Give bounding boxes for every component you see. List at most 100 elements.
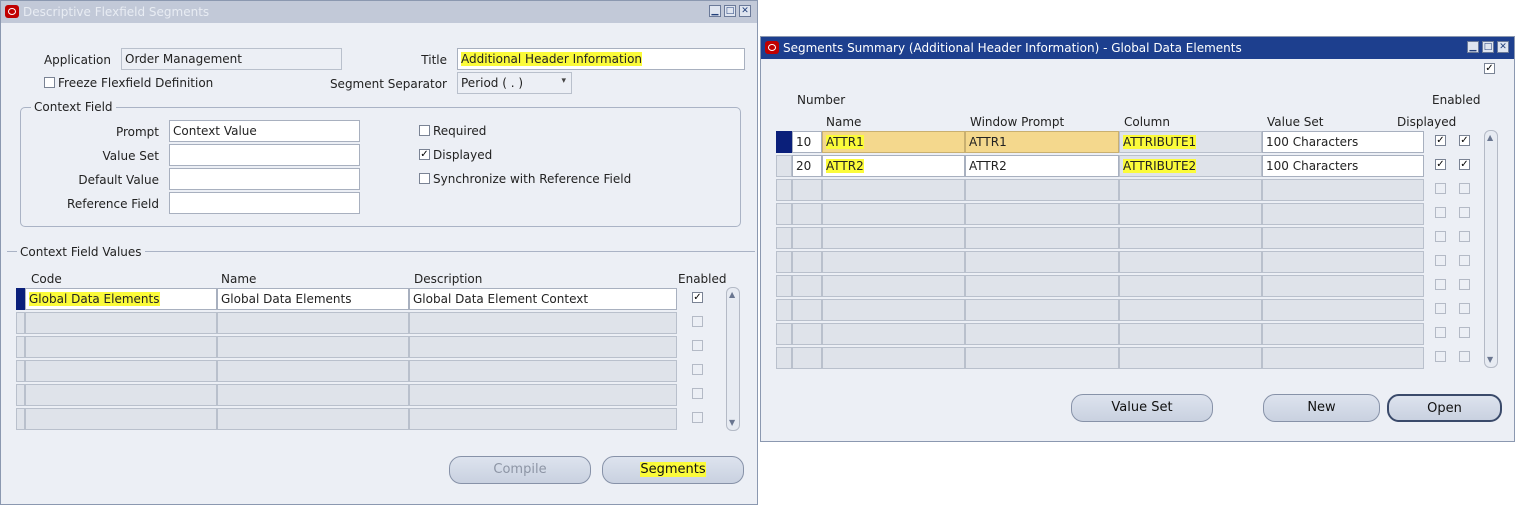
number-cell[interactable] [792, 323, 822, 345]
displayed-checkbox[interactable]: ✓ [1435, 159, 1446, 170]
enabled-checkbox[interactable] [1459, 207, 1470, 218]
displayed-checkbox[interactable]: ✓ [1435, 135, 1446, 146]
column-cell[interactable]: ATTRIBUTE1 [1119, 131, 1262, 153]
value-set-cell[interactable] [1262, 275, 1424, 297]
number-cell[interactable]: 10 [792, 131, 822, 153]
number-cell[interactable] [792, 203, 822, 225]
column-cell[interactable] [1119, 347, 1262, 369]
name-cell[interactable] [217, 360, 409, 382]
window-prompt-cell[interactable] [965, 299, 1119, 321]
segment-separator-select[interactable]: Period ( . ) ▾ [457, 72, 572, 94]
enabled-checkbox[interactable]: ✓ [1459, 135, 1470, 146]
name-cell[interactable] [822, 251, 965, 273]
window-prompt-cell[interactable]: ATTR1 [965, 131, 1119, 153]
scroll-down-icon[interactable]: ▼ [1487, 356, 1493, 364]
maximize-icon[interactable]: □ [1482, 41, 1494, 53]
prompt-field[interactable]: Context Value [169, 120, 360, 142]
open-button[interactable]: Open [1387, 394, 1502, 422]
number-cell[interactable] [792, 179, 822, 201]
displayed-checkbox[interactable] [1435, 231, 1446, 242]
row-indicator[interactable] [776, 155, 792, 177]
value-set-cell[interactable] [1262, 227, 1424, 249]
compile-button[interactable]: Compile [449, 456, 591, 484]
enabled-checkbox[interactable] [1459, 255, 1470, 266]
column-cell[interactable] [1119, 227, 1262, 249]
close-icon[interactable]: ✕ [1497, 41, 1509, 53]
displayed-checkbox[interactable] [1435, 255, 1446, 266]
value-set-cell[interactable] [1262, 251, 1424, 273]
name-cell[interactable] [822, 299, 965, 321]
left-title-bar[interactable]: Descriptive Flexfield Segments ▁ □ ✕ [1, 1, 757, 23]
row-indicator[interactable] [776, 299, 792, 321]
number-cell[interactable] [792, 299, 822, 321]
name-cell[interactable] [822, 203, 965, 225]
scroll-up-icon[interactable]: ▲ [1487, 134, 1493, 142]
enabled-checkbox[interactable] [692, 412, 703, 423]
minimize-icon[interactable]: ▁ [1467, 41, 1479, 53]
enabled-checkbox[interactable] [1459, 231, 1470, 242]
value-set-cell[interactable] [1262, 347, 1424, 369]
row-indicator[interactable] [776, 131, 792, 153]
name-cell[interactable]: ATTR1 [822, 131, 965, 153]
description-cell[interactable]: Global Data Element Context [409, 288, 677, 310]
window-prompt-cell[interactable] [965, 347, 1119, 369]
close-icon[interactable]: ✕ [739, 5, 751, 17]
row-indicator[interactable] [776, 227, 792, 249]
number-cell[interactable]: 20 [792, 155, 822, 177]
row-indicator[interactable] [16, 288, 25, 310]
value-set-cell[interactable] [1262, 203, 1424, 225]
row-indicator[interactable] [776, 347, 792, 369]
segments-button[interactable]: Segments [602, 456, 744, 484]
row-indicator[interactable] [16, 336, 25, 358]
window-prompt-cell[interactable] [965, 275, 1119, 297]
row-indicator[interactable] [776, 251, 792, 273]
code-cell[interactable] [25, 408, 217, 430]
window-prompt-cell[interactable] [965, 251, 1119, 273]
value-set-cell[interactable] [1262, 323, 1424, 345]
enabled-checkbox[interactable] [692, 340, 703, 351]
enabled-checkbox[interactable] [1459, 183, 1470, 194]
column-cell[interactable] [1119, 179, 1262, 201]
row-indicator[interactable] [776, 179, 792, 201]
column-cell[interactable] [1119, 203, 1262, 225]
column-cell[interactable] [1119, 299, 1262, 321]
displayed-checkbox[interactable] [1435, 183, 1446, 194]
enabled-checkbox[interactable] [692, 388, 703, 399]
window-prompt-cell[interactable] [965, 227, 1119, 249]
code-cell[interactable]: Global Data Elements [25, 288, 217, 310]
value-set-cell[interactable] [1262, 179, 1424, 201]
maximize-icon[interactable]: □ [724, 5, 736, 17]
enabled-checkbox[interactable]: ✓ [692, 292, 703, 303]
displayed-checkbox[interactable] [1435, 279, 1446, 290]
code-cell[interactable] [25, 336, 217, 358]
default-value-field[interactable] [169, 168, 360, 190]
scroll-up-icon[interactable]: ▲ [729, 291, 735, 299]
displayed-checkbox[interactable] [1435, 303, 1446, 314]
window-prompt-cell[interactable]: ATTR2 [965, 155, 1119, 177]
right-title-bar[interactable]: Segments Summary (Additional Header Info… [761, 37, 1514, 59]
name-cell[interactable] [822, 275, 965, 297]
value-set-field[interactable] [169, 144, 360, 166]
enabled-checkbox[interactable] [692, 316, 703, 327]
row-indicator[interactable] [16, 384, 25, 406]
code-cell[interactable] [25, 384, 217, 406]
description-cell[interactable] [409, 384, 677, 406]
name-cell[interactable] [822, 323, 965, 345]
row-indicator[interactable] [776, 323, 792, 345]
minimize-icon[interactable]: ▁ [709, 5, 721, 17]
name-cell[interactable] [217, 312, 409, 334]
row-indicator[interactable] [16, 360, 25, 382]
enabled-checkbox[interactable] [1459, 303, 1470, 314]
description-cell[interactable] [409, 360, 677, 382]
reference-field[interactable] [169, 192, 360, 214]
name-cell[interactable] [822, 227, 965, 249]
number-cell[interactable] [792, 227, 822, 249]
row-indicator[interactable] [16, 408, 25, 430]
row-indicator[interactable] [776, 203, 792, 225]
number-cell[interactable] [792, 347, 822, 369]
displayed-checkbox[interactable] [1435, 351, 1446, 362]
new-button[interactable]: New [1263, 394, 1380, 422]
name-cell[interactable] [822, 347, 965, 369]
select-all-checkbox[interactable]: ✓ [1484, 63, 1495, 74]
enabled-checkbox[interactable] [692, 364, 703, 375]
